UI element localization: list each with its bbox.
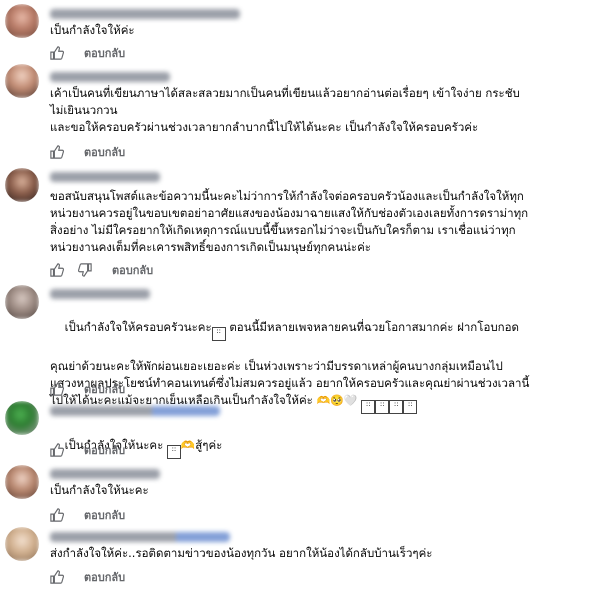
- comment-text: เค้าเป็นคนที่เขียนภาษาได้สละสลวยมากเป็นค…: [50, 86, 520, 134]
- like-icon[interactable]: [50, 46, 64, 60]
- comment-suffix: สู้ๆค่ะ: [195, 438, 223, 452]
- comment-actions: ตอบกลับ: [50, 568, 125, 586]
- reply-button[interactable]: ตอบกลับ: [84, 44, 125, 62]
- commenter-name[interactable]: [50, 72, 170, 82]
- avatar[interactable]: [5, 4, 39, 38]
- commenter-name[interactable]: [50, 172, 160, 182]
- comment-text-line: เป็นกำลังใจให้ครอบครัวนะคะ: [64, 320, 212, 334]
- comment-actions: ตอบกลับ: [50, 506, 125, 524]
- comment-actions: ตอบกลับ: [50, 261, 153, 279]
- reply-button[interactable]: ตอบกลับ: [84, 506, 125, 524]
- emoji-icon: ::: [211, 327, 226, 341]
- reply-button[interactable]: ตอบกลับ: [84, 143, 125, 161]
- like-icon[interactable]: [50, 263, 64, 277]
- comment-actions: ตอบกลับ: [50, 380, 125, 398]
- avatar[interactable]: [5, 168, 39, 202]
- comment-text: เป็นกำลังใจให้นะคะ: [50, 483, 149, 497]
- hands-emoji-icon: 🫶: [180, 438, 196, 452]
- emoji-icon: ::: [403, 400, 418, 414]
- reply-button[interactable]: ตอบกลับ: [84, 568, 125, 586]
- comment-actions: ตอบกลับ: [50, 441, 125, 459]
- commenter-name[interactable]: [50, 9, 240, 19]
- comment-actions: ตอบกลับ: [50, 44, 125, 62]
- comment-actions: ตอบกลับ: [50, 143, 125, 161]
- emoji-icon: ::: [389, 400, 404, 414]
- avatar[interactable]: [5, 285, 39, 319]
- like-icon[interactable]: [50, 145, 64, 159]
- emoji-icon: ::: [166, 445, 181, 459]
- avatar[interactable]: [5, 64, 39, 98]
- comment-text: ส่งกำลังใจให้ค่ะ..รอติดตามข่าวของน้องทุก…: [50, 546, 433, 560]
- reply-button[interactable]: ตอบกลับ: [84, 441, 125, 459]
- commenter-name[interactable]: [50, 532, 230, 542]
- reply-button[interactable]: ตอบกลับ: [84, 380, 125, 398]
- comment-text-line: ตอนนี้มีหลายเพจหลายคนที่ฉวยโอกาสมากค่ะ ฝ…: [225, 320, 519, 334]
- reply-button[interactable]: ตอบกลับ: [112, 261, 153, 279]
- comment-text: เป็นกำลังใจให้นะคะ :: 🫶สู้ๆค่ะ: [50, 420, 592, 476]
- avatar[interactable]: [5, 401, 39, 435]
- hands-emoji-icon: 🫶🥺🤍: [316, 394, 358, 407]
- emoji-icon: ::: [361, 400, 376, 414]
- avatar[interactable]: [5, 527, 39, 561]
- commenter-name[interactable]: [50, 289, 150, 299]
- commenter-name[interactable]: [50, 406, 220, 416]
- comment-text: เป็นกำลังใจให้ค่ะ: [50, 23, 135, 37]
- commenter-name[interactable]: [50, 469, 160, 479]
- emoji-icon: ::: [375, 400, 390, 414]
- like-icon[interactable]: [50, 570, 64, 584]
- avatar[interactable]: [5, 465, 39, 499]
- like-icon[interactable]: [50, 382, 64, 396]
- like-icon[interactable]: [50, 443, 64, 457]
- dislike-icon[interactable]: [78, 263, 92, 277]
- like-icon[interactable]: [50, 508, 64, 522]
- comment-text: ขอสนับสนุนโพสต์และข้อความนี้นะคะไม่ว่ากา…: [50, 189, 529, 254]
